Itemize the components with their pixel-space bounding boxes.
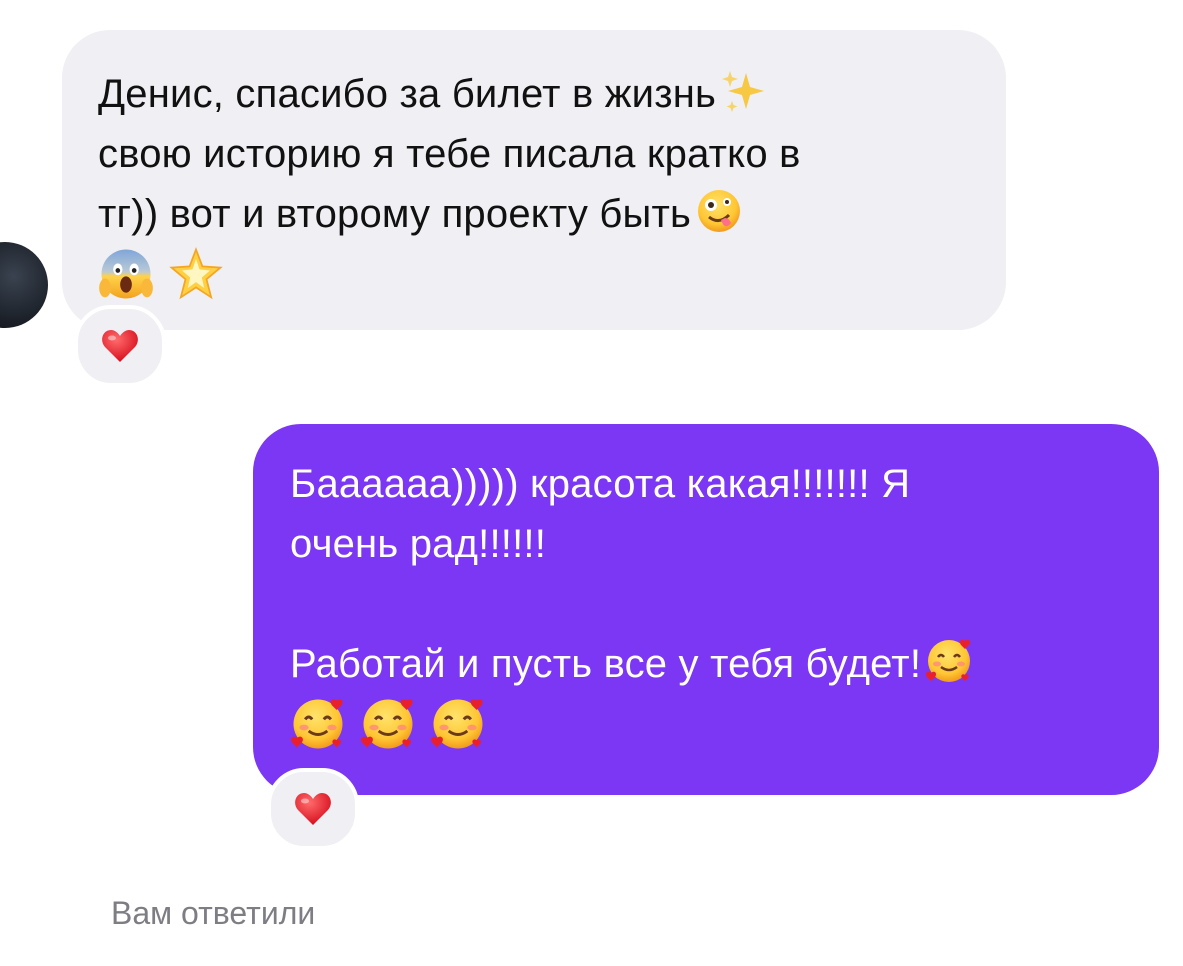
reply-status: Вам ответили <box>111 895 316 931</box>
chat-thread: Денис, спасибо за билет в жизнь свою ист… <box>0 0 1183 966</box>
screaming-face-icon <box>98 246 154 302</box>
message-line: тг)) вот и второму проекту быть <box>98 184 966 244</box>
smiling-face-with-hearts-icon <box>290 696 346 752</box>
emoji-row <box>290 694 1119 768</box>
message-line: очень рад!!!!!! <box>290 522 547 566</box>
sender-avatar[interactable] <box>0 242 48 328</box>
message-reaction[interactable] <box>267 768 359 850</box>
message-line: Денис, спасибо за билет в жизнь <box>98 64 966 124</box>
sparkles-icon <box>720 67 768 115</box>
emoji-row <box>98 244 966 318</box>
smiling-face-with-hearts-icon <box>925 637 973 685</box>
incoming-message-bubble[interactable]: Денис, спасибо за билет в жизнь свою ист… <box>62 30 1006 330</box>
smiling-face-with-hearts-icon <box>360 696 416 752</box>
red-heart-icon <box>100 326 140 366</box>
zany-face-icon <box>695 187 743 235</box>
message-line: Работай и пусть все у тебя будет! <box>290 634 1119 694</box>
red-heart-icon <box>293 789 333 829</box>
message-line: Бaaaaaa))))) красота какая!!!!!!! Я <box>290 462 911 506</box>
message-reaction[interactable] <box>74 305 166 387</box>
smiling-face-with-hearts-icon <box>430 696 486 752</box>
outgoing-message-bubble[interactable]: Бaaaaaa))))) красота какая!!!!!!! Я очен… <box>253 424 1159 795</box>
message-line: свою историю я тебе писала кратко в <box>98 132 801 176</box>
glowing-star-icon <box>168 246 224 302</box>
